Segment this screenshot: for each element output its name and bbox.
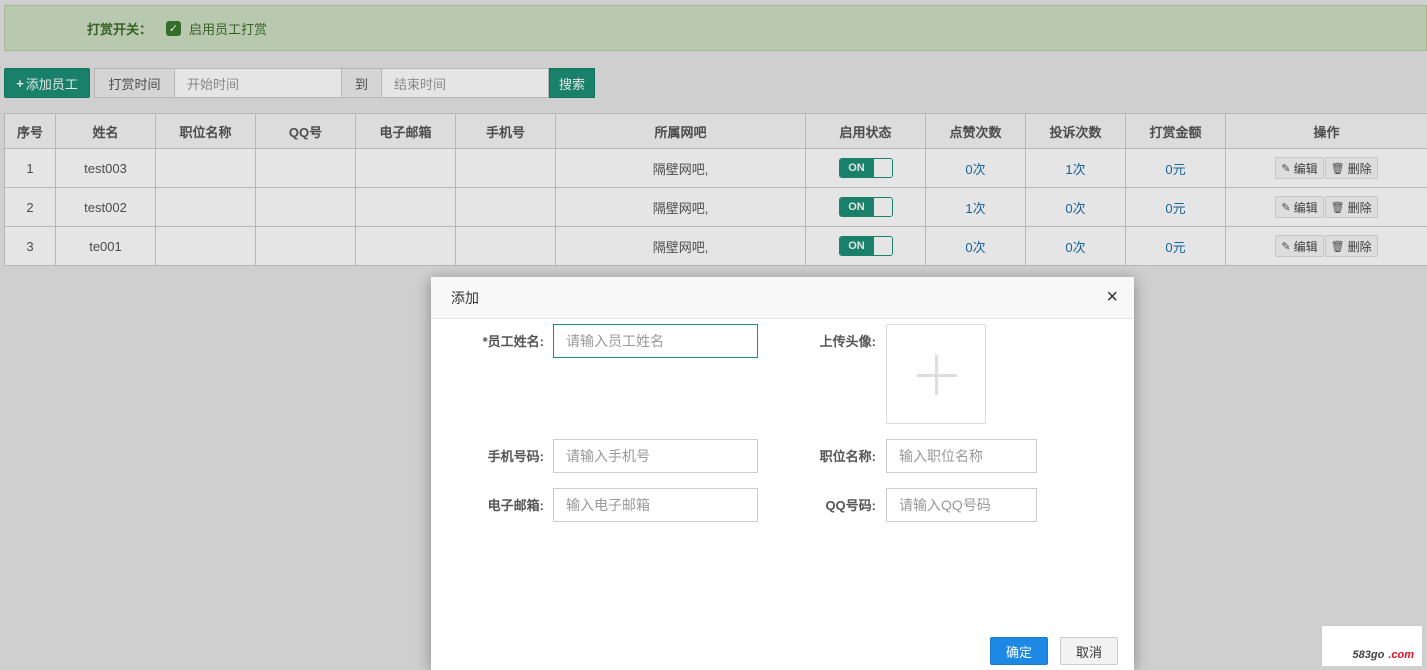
employee-name-input[interactable]: 请输入员工姓名 [553,324,758,358]
avatar-upload[interactable] [886,324,986,424]
watermark-prefix: 583go [1352,649,1385,661]
add-employee-dialog: 添加 × *员工姓名: 请输入员工姓名 上传头像: 手机号码: 请输入手机号 职… [431,277,1134,670]
email-input[interactable]: 输入电子邮箱 [553,488,758,522]
email-label: 电子邮箱: [487,498,544,513]
watermark-text: 583go .com [1353,649,1418,661]
dialog-title: 添加 [451,289,479,306]
cancel-button[interactable]: 取消 [1060,637,1118,665]
phone-input[interactable]: 请输入手机号 [553,439,758,473]
position-input[interactable]: 输入职位名称 [886,439,1037,473]
plus-icon-vertical [935,355,938,395]
site-watermark: 583go .com [1322,626,1422,666]
upload-avatar-label: 上传头像: [819,334,876,349]
position-label: 职位名称: [819,449,876,464]
employee-name-label: *员工姓名: [482,334,544,349]
phone-label: 手机号码: [487,449,544,464]
close-icon[interactable]: × [1106,287,1118,307]
qq-input[interactable]: 请输入QQ号码 [886,488,1037,522]
confirm-button[interactable]: 确定 [990,637,1048,665]
watermark-suffix: .com [1388,649,1414,661]
qq-label: QQ号码: [825,498,876,513]
dialog-header: 添加 × [431,277,1134,319]
